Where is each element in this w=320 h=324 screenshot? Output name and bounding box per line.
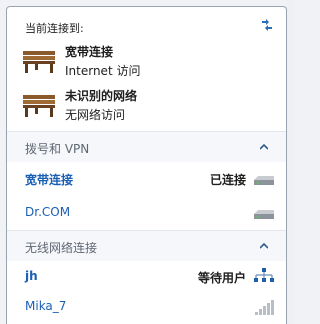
network-name: jh <box>25 269 38 283</box>
network-tree-icon <box>254 268 274 282</box>
chevron-up-icon <box>260 144 268 150</box>
header-title: 当前连接到: <box>25 22 84 35</box>
connection-name: Dr.COM <box>25 205 71 219</box>
connection-name: 宽带连接 <box>65 45 114 59</box>
dialup-item-broadband[interactable]: 宽带连接 已连接 <box>7 165 286 193</box>
connection-name: 未识别的网络 <box>65 89 138 103</box>
wireless-item-mika7[interactable]: Mika_7 <box>7 293 286 321</box>
connection-status: Internet 访问 <box>65 64 141 78</box>
signal-bars-icon <box>255 300 274 315</box>
section-title: 无线网络连接 <box>25 241 98 255</box>
modem-icon <box>254 176 274 185</box>
connection-status: 无网络访问 <box>65 108 126 122</box>
chevron-up-icon <box>260 243 268 249</box>
bench-icon <box>23 95 55 117</box>
current-connection-unidentified: 未识别的网络 无网络访问 <box>21 87 261 123</box>
section-title: 拨号和 VPN <box>25 142 90 156</box>
connection-status: 已连接 <box>209 173 246 187</box>
current-connection-broadband: 宽带连接 Internet 访问 <box>21 43 261 79</box>
connection-name: 宽带连接 <box>25 173 74 187</box>
network-flyout: 当前连接到: 宽带连接 Internet 访问 未识别的网络 无网络访问 拨号和… <box>6 6 287 324</box>
modem-icon <box>254 210 274 219</box>
section-wireless[interactable]: 无线网络连接 <box>7 231 286 261</box>
dialup-item-drcom[interactable]: Dr.COM <box>7 199 286 227</box>
scrollbar[interactable] <box>287 0 294 324</box>
network-name: Mika_7 <box>25 299 67 313</box>
section-dialup-vpn[interactable]: 拨号和 VPN <box>7 132 286 162</box>
bench-icon <box>23 51 55 73</box>
network-status: 等待用户 <box>197 271 246 285</box>
refresh-icon[interactable] <box>259 17 275 33</box>
wireless-item-jh[interactable]: jh 等待用户 <box>7 263 286 291</box>
